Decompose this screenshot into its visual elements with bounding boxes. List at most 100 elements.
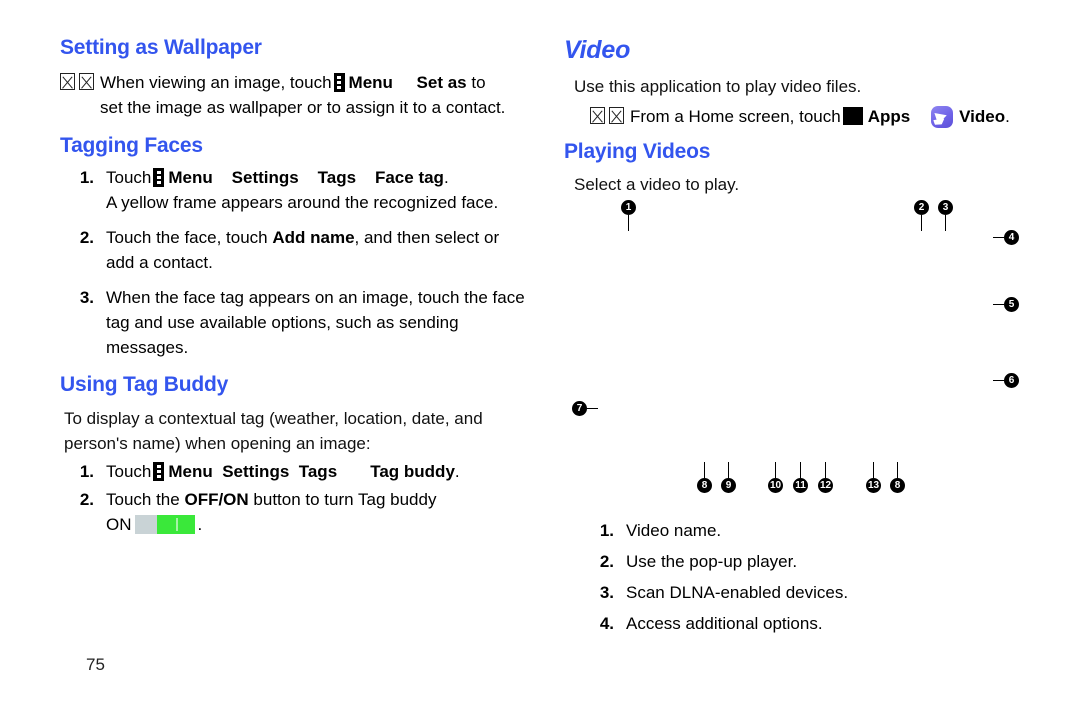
callout-leader-line [824,462,827,478]
bullet-line-2: set the image as wallpaper or to assign … [100,98,506,117]
step-text: Touch Menu Settings Tags Face tag. A yell… [106,165,535,215]
callout-marker-6: 6 [993,373,1019,388]
step-text: When the face tag appears on an image, t… [106,285,535,360]
callout-leader-line [627,215,630,231]
heading-setting-as-wallpaper: Setting as Wallpaper [60,36,262,59]
bullet-home-screen: From a Home screen, touch Apps Video. [590,104,1050,129]
apps-label: Apps [867,107,911,126]
page-number: 75 [86,655,105,674]
menu-label: Menu [348,73,393,92]
menu-icon [153,168,165,187]
callout-marker-1: 1 [621,200,636,231]
period: . [454,462,460,481]
period: . [197,515,203,534]
bullet-text: When viewing an image, touch Menu Set as … [100,70,535,120]
bullet-arrow-glyphs [60,70,100,95]
heading-tagging-faces: Tagging Faces [60,134,203,157]
callout-marker-5: 5 [993,297,1019,312]
callout-marker-8: 8 [890,462,905,493]
callout-marker-3: 3 [938,200,953,231]
legend-text: Scan DLNA-enabled devices. [626,583,849,602]
bullet-lead-text: When viewing an image, touch [100,73,332,92]
callout-number: 12 [818,478,833,493]
list-item: 4. Access additional options. [580,611,1040,636]
list-item: 3. When the face tag appears on an image… [60,285,535,360]
callout-number: 6 [1004,373,1019,388]
step-number: 1. [79,168,94,187]
add-name-label: Add name [272,228,355,247]
heading-playing-videos: Playing Videos [564,140,711,163]
select-video-text: Select a video to play. [574,175,740,194]
bullet-lead-text: From a Home screen, touch [630,107,841,126]
step-line-2: tag and use available options, such as s… [106,313,459,332]
step-lead: Touch [106,168,152,187]
bullet-arrow-glyphs [590,104,630,129]
period: . [443,168,449,187]
callout-number: 1 [621,200,636,215]
apps-icon [842,107,863,125]
video-label: Video [959,107,1006,126]
callout-number: 10 [768,478,783,493]
callout-number: 8 [697,478,712,493]
step-text: Touch the face, touch Add name, and then… [106,225,535,275]
step-post: , and then select or [354,228,500,247]
step-text: Touch Menu Settings Tags Tag buddy. [106,459,540,484]
tags-label: Tags [317,168,357,187]
step-line-1: When the face tag appears on an image, t… [106,288,525,307]
tag-buddy-intro: To display a contextual tag (weather, lo… [64,406,539,456]
callout-marker-9: 9 [721,462,736,493]
step-line-2: add a contact. [106,253,213,272]
callout-marker-4: 4 [993,230,1019,245]
step-line-2: A yellow frame appears around the recogn… [106,193,499,212]
step-number: 3. [79,288,94,307]
step-post: button to turn Tag buddy [253,490,437,509]
list-item: 3. Scan DLNA-enabled devices. [580,580,1040,605]
callout-marker-7: 7 [572,401,598,416]
period: . [1005,107,1010,126]
callout-leader-line [920,215,923,231]
menu-label: Menu [168,462,213,481]
step-pre: Touch the face, touch [106,228,268,247]
callout-marker-2: 2 [914,200,929,231]
menu-label: Menu [168,168,213,187]
callout-number: 8 [890,478,905,493]
callout-leader-line [799,462,802,478]
callout-marker-13: 13 [866,462,881,493]
left-column: Setting as Wallpaper When viewing an ima… [60,0,530,720]
video-app-icon [931,106,954,128]
callout-leader-line [774,462,777,478]
page-title: Video [564,36,631,64]
missing-glyph-icon [590,107,605,124]
callout-leader-line [896,462,899,478]
legend-number: 2. [599,552,614,571]
legend-number: 4. [599,614,614,633]
legend-text: Use the pop-up player. [626,552,798,571]
callout-number: 3 [938,200,953,215]
callout-marker-11: 11 [793,462,808,493]
legend-number: 1. [599,521,614,540]
step-number: 2. [79,228,94,247]
off-on-label: OFF/ON [184,490,249,509]
settings-label: Settings [222,462,290,481]
menu-icon [333,73,345,92]
callout-number: 4 [1004,230,1019,245]
callout-number: 2 [914,200,929,215]
callout-number: 5 [1004,297,1019,312]
on-label: ON [106,515,132,534]
callout-leader-line [993,379,1004,382]
face-tag-label: Face tag [374,168,444,187]
callout-leader-line [587,407,598,410]
missing-glyph-icon [79,73,94,90]
settings-label: Settings [231,168,299,187]
legend-text: Video name. [626,521,722,540]
legend-number: 3. [599,583,614,602]
off-on-toggle[interactable] [134,515,195,534]
list-item: 1. Touch Menu Settings Tags Face tag. A y… [60,165,535,215]
list-item: 2. Touch the OFF/ON button to turn Tag b… [60,487,540,537]
tag-buddy-label: Tag buddy [370,462,455,481]
bullet-text: From a Home screen, touch Apps Video. [630,104,1050,129]
callout-leader-line [727,462,730,478]
list-item: 1. Video name. [580,518,1040,543]
legend-text: Access additional options. [626,614,823,633]
set-as-label: Set as [416,73,467,92]
